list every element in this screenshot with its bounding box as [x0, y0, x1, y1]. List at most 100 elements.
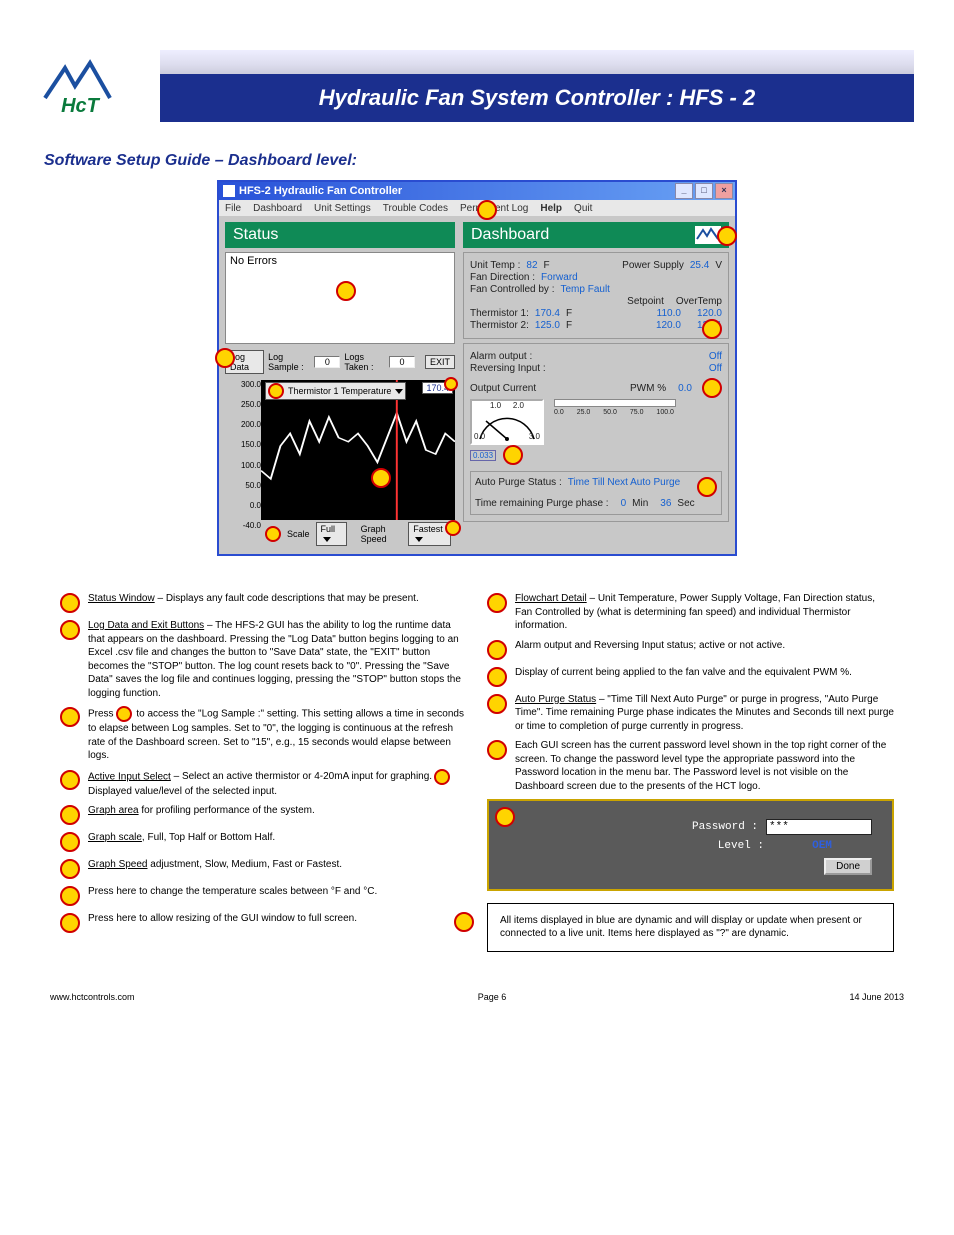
y-tick: 200.0: [241, 420, 261, 429]
menu-trouble-codes[interactable]: Trouble Codes: [383, 203, 448, 214]
thermistor2-label: Thermistor 2:: [470, 320, 529, 331]
callout-marker: [487, 694, 507, 714]
password-level-value: OEM: [772, 839, 872, 854]
purge-min: 0: [621, 498, 627, 509]
scale-select[interactable]: Full: [316, 522, 347, 546]
callout-marker: [697, 477, 717, 497]
reversing-input-label: Reversing Input :: [470, 363, 546, 374]
desc-title: Flowchart Detail: [515, 593, 587, 604]
callout-marker: [487, 593, 507, 613]
unit-temp-value: 82: [526, 260, 537, 271]
y-tick: 100.0: [241, 461, 261, 470]
log-sample-label: Log Sample :: [268, 352, 310, 372]
fan-direction-value: Forward: [541, 272, 578, 283]
thermistor1-unit: F: [566, 308, 572, 319]
thermistor1-value: 170.4: [535, 308, 560, 319]
desc-body: Press to access the "Log Sample :" setti…: [88, 706, 467, 763]
menu-unit-settings[interactable]: Unit Settings: [314, 203, 371, 214]
thermistor-select[interactable]: Thermistor 1 Temperature: [265, 382, 406, 400]
menu-quit[interactable]: Quit: [574, 203, 592, 214]
dashboard-panel-heading: Dashboard: [463, 222, 729, 248]
scale-value: Full: [321, 524, 336, 534]
password-box: Password : Level : OEM Done: [487, 799, 894, 891]
callout-marker: [445, 520, 461, 536]
purge-status-label: Auto Purge Status :: [475, 477, 562, 497]
thermistor2-unit: F: [566, 320, 572, 331]
menu-help[interactable]: Help: [540, 203, 562, 214]
pwm-slider[interactable]: 0.0 25.0 50.0 75.0 100.0: [554, 399, 676, 416]
dashboard-heading-text: Dashboard: [471, 226, 549, 244]
purge-sec-unit: Sec: [677, 498, 694, 509]
callout-marker: [60, 770, 80, 790]
desc-title: Graph scale: [88, 832, 142, 843]
password-input[interactable]: [766, 819, 872, 835]
callout-marker: [60, 707, 80, 727]
gauge-tick: 2.0: [513, 401, 524, 410]
purge-time-label: Time remaining Purge phase :: [475, 498, 609, 509]
description-right-column: Flowchart Detail – Unit Temperature, Pow…: [487, 586, 894, 952]
chevron-down-icon: [415, 537, 423, 542]
svg-text:HcT: HcT: [61, 95, 101, 116]
gauge-tick: 1.0: [490, 401, 501, 410]
window-title: HFS-2 Hydraulic Fan Controller: [239, 185, 402, 197]
desc-body: – Displays any fault code descriptions t…: [155, 593, 419, 604]
col-overtemp: OverTemp: [676, 296, 722, 307]
callout-marker: [702, 319, 722, 339]
window-titlebar: HFS-2 Hydraulic Fan Controller _ □ ×: [219, 182, 735, 200]
status-heading-text: Status: [233, 226, 278, 244]
output-current-label: Output Current: [470, 383, 536, 394]
window-maximize-button[interactable]: □: [695, 183, 713, 199]
graph-speed-label: Graph Speed: [361, 524, 403, 544]
exit-button[interactable]: EXIT: [425, 355, 455, 369]
y-tick: 0.0: [250, 501, 261, 510]
callout-marker: [444, 377, 458, 391]
slider-tick: 25.0: [577, 409, 591, 416]
alarm-output-value: Off: [709, 351, 722, 362]
scale-label: Scale: [287, 529, 310, 539]
window-minimize-button[interactable]: _: [675, 183, 693, 199]
purge-status-value: Time Till Next Auto Purge: [568, 477, 680, 497]
banner-title: Hydraulic Fan System Controller : HFS - …: [160, 74, 914, 122]
auto-purge-box: Auto Purge Status : Time Till Next Auto …: [470, 471, 722, 515]
dashboard-info-pane: Unit Temp : 82 F Power Supply 25.4 V Fan…: [463, 252, 729, 339]
description-left-column: Status Window – Displays any fault code …: [60, 586, 467, 952]
callout-marker: [495, 807, 515, 827]
desc-body: – The HFS-2 GUI has the ability to log t…: [88, 620, 461, 699]
page-footer: www.hctcontrols.com Page 6 14 June 2013: [40, 992, 914, 1002]
desc-body: for profiling performance of the system.: [139, 805, 315, 816]
menu-dashboard[interactable]: Dashboard: [253, 203, 302, 214]
footer-center: Page 6: [478, 992, 507, 1002]
status-panel-heading: Status: [225, 222, 455, 248]
callout-marker: [503, 445, 523, 465]
dynamic-items-note: All items displayed in blue are dynamic …: [487, 903, 894, 952]
callout-marker: [60, 913, 80, 933]
power-supply-value: 25.4: [690, 260, 709, 271]
y-tick: 300.0: [241, 380, 261, 389]
y-tick: -40.0: [243, 521, 261, 530]
chevron-down-icon: [323, 537, 331, 542]
graph-panel: 300.0 250.0 200.0 150.0 100.0 50.0 0.0 -…: [225, 380, 455, 548]
alarm-output-label: Alarm output :: [470, 351, 532, 362]
reversing-input-value: Off: [709, 363, 722, 374]
status-window: No Errors: [225, 252, 455, 344]
graph-y-axis: 300.0 250.0 200.0 150.0 100.0 50.0 0.0 -…: [225, 380, 263, 530]
callout-marker: [60, 805, 80, 825]
thermistor2-setpoint: 120.0: [656, 320, 681, 331]
callout-marker: [60, 886, 80, 906]
desc-body: Display of current being applied to the …: [515, 667, 852, 678]
password-level-label: Level :: [684, 839, 764, 854]
window-close-button[interactable]: ×: [715, 183, 733, 199]
desc-title: Graph Speed: [88, 859, 148, 870]
desc-body: adjustment, Slow, Medium, Fast or Fastes…: [148, 859, 343, 870]
y-tick: 250.0: [241, 400, 261, 409]
gauge-tick: 0.0: [474, 432, 485, 441]
password-done-button[interactable]: Done: [824, 858, 872, 875]
callout-marker: [702, 378, 722, 398]
dashboard-io-pane: Alarm output : Off Reversing Input : Off…: [463, 343, 729, 522]
callout-marker: [487, 740, 507, 760]
menu-file[interactable]: File: [225, 203, 241, 214]
log-sample-value[interactable]: 0: [314, 356, 340, 368]
app-screenshot: HFS-2 Hydraulic Fan Controller _ □ × Fil…: [217, 180, 737, 556]
pwm-value: 0.0: [678, 383, 692, 394]
col-setpoint: Setpoint: [627, 296, 664, 307]
